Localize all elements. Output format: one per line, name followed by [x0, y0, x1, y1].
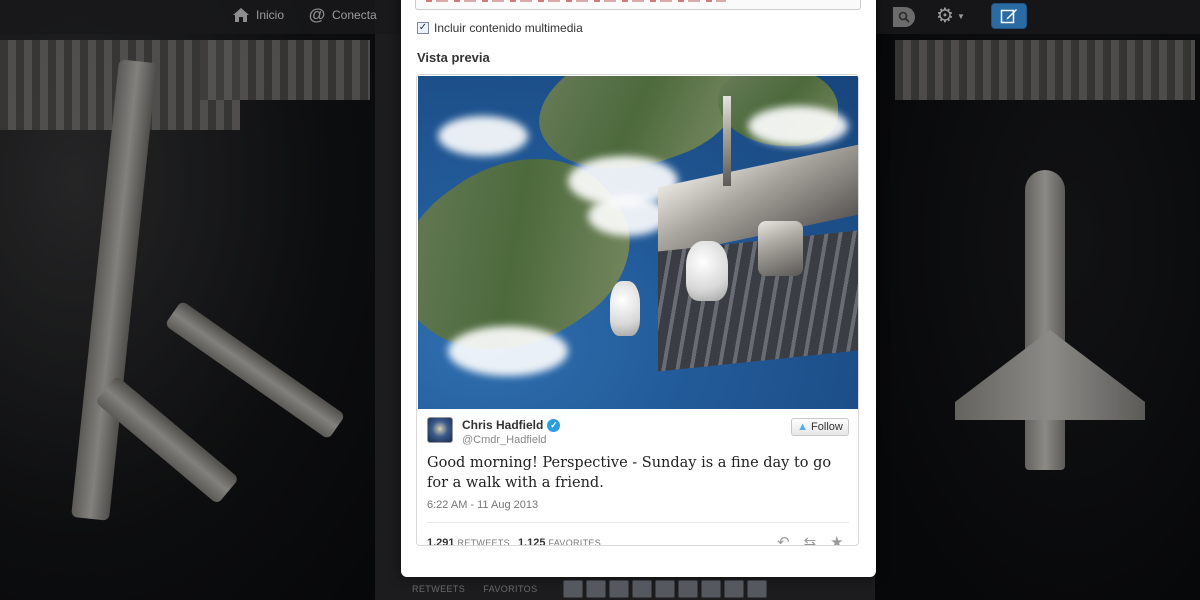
home-icon	[232, 6, 250, 24]
verified-badge-icon: ✓	[547, 418, 561, 432]
favorites-stat[interactable]: 1,125 FAVORITES	[517, 537, 602, 546]
tweet-actions: ↶ ⇆ ★	[777, 533, 844, 545]
tweet-stats: 1,291 RETWEETS 1,125 FAVORITES	[427, 537, 602, 546]
search-icon	[898, 11, 910, 23]
include-media-label: Incluir contenido multimedia	[434, 21, 583, 35]
favorites-label: FAVORITES	[548, 538, 602, 546]
avatar[interactable]	[563, 579, 584, 598]
retweets-label: RETWEETS	[457, 538, 510, 546]
retweets-tab[interactable]: RETWEETS	[412, 584, 465, 594]
avatar[interactable]	[632, 579, 653, 598]
avatar[interactable]	[655, 579, 676, 598]
follow-label: Follow	[811, 421, 843, 433]
avatar[interactable]	[609, 579, 630, 598]
include-media-checkbox[interactable]: ✓	[417, 22, 429, 34]
tweet-timestamp[interactable]: 6:22 AM - 11 Aug 2013	[427, 499, 538, 511]
tweet-embed-dialog: ✓ Incluir contenido multimedia Vista pre…	[401, 0, 876, 577]
bird-icon: ▲	[797, 421, 809, 433]
retweets-stat[interactable]: 1,291 RETWEETS	[427, 537, 510, 546]
divider	[427, 522, 849, 523]
preview-heading: Vista previa	[417, 50, 490, 65]
nav-home-label: Inicio	[256, 8, 285, 22]
include-media-option[interactable]: ✓ Incluir contenido multimedia	[417, 21, 583, 35]
settings-menu-button[interactable]: ⚙ ▼	[936, 5, 968, 27]
retweet-icon[interactable]: ⇆	[804, 533, 817, 545]
nav-connect[interactable]: @ Conecta	[308, 5, 377, 24]
avatar[interactable]	[678, 579, 699, 598]
reply-icon[interactable]: ↶	[777, 533, 790, 545]
embedded-tweet-card: Chris Hadfield ✓ @Cmdr_Hadfield ▲ Follow…	[416, 74, 859, 546]
favorites-tab[interactable]: FAVORITOS	[483, 584, 537, 594]
favorites-count: 1,125	[517, 537, 546, 546]
tweet-author-name[interactable]: Chris Hadfield ✓	[462, 418, 561, 432]
tweet-text: Good morning! Perspective - Sunday is a …	[427, 455, 832, 491]
compose-icon	[1000, 9, 1017, 24]
nav-home[interactable]: Inicio	[232, 6, 284, 24]
chevron-down-icon: ▼	[956, 11, 965, 21]
search-button[interactable]	[893, 7, 915, 27]
follow-button[interactable]: ▲ Follow	[791, 418, 849, 436]
retweets-count: 1,291	[427, 537, 455, 546]
avatar[interactable]	[701, 579, 722, 598]
nav-connect-label: Conecta	[332, 8, 377, 22]
favorite-star-icon[interactable]: ★	[830, 533, 843, 545]
tweet-author-handle[interactable]: @Cmdr_Hadfield	[462, 434, 547, 446]
avatar[interactable]	[427, 417, 453, 443]
gear-icon: ⚙	[936, 5, 954, 27]
user-thumbnails	[563, 579, 768, 598]
author-name-text: Chris Hadfield	[462, 418, 544, 432]
tweet-stats-tabs: RETWEETS FAVORITOS	[412, 577, 832, 600]
avatar[interactable]	[724, 579, 745, 598]
tweet-photo[interactable]	[418, 76, 858, 409]
embed-code-field[interactable]	[415, 0, 861, 10]
at-sign-icon: @	[308, 5, 326, 24]
avatar[interactable]	[747, 579, 768, 598]
avatar[interactable]	[586, 579, 607, 598]
compose-tweet-button[interactable]	[991, 3, 1027, 29]
